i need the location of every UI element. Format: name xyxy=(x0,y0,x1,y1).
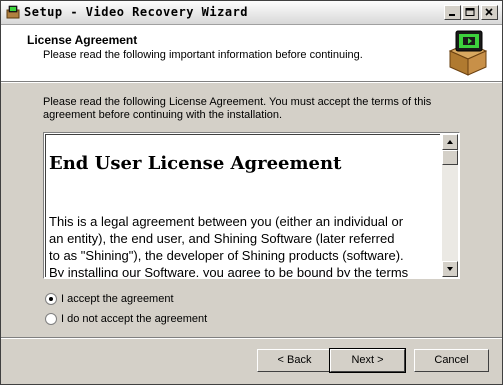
maximize-button[interactable] xyxy=(462,5,479,20)
page-title: License Agreement xyxy=(27,33,138,47)
license-line: an entity), the end user, and Shining So… xyxy=(49,231,395,246)
scroll-thumb[interactable] xyxy=(442,150,458,165)
wizard-header: License Agreement Please read the follow… xyxy=(1,25,502,82)
setup-box-icon xyxy=(448,30,488,76)
back-button[interactable]: < Back xyxy=(257,349,332,372)
minimize-button[interactable] xyxy=(444,5,461,20)
license-line: to as "Shining"), the developer of Shini… xyxy=(49,248,404,263)
license-heading: End User License Agreement xyxy=(49,153,342,174)
accept-label[interactable]: I accept the agreement xyxy=(61,293,174,305)
minimize-icon xyxy=(449,14,455,16)
arrow-up-icon xyxy=(447,140,453,144)
license-body: This is a legal agreement between you (e… xyxy=(49,213,440,277)
intro-text: Please read the following License Agreem… xyxy=(43,96,432,121)
arrow-down-icon xyxy=(447,267,453,271)
setup-window: Setup - Video Recovery Wizard License Ag… xyxy=(0,0,503,385)
license-line: By installing our Software, you agree to… xyxy=(49,265,409,277)
license-textbox[interactable]: End User License Agreement This is a leg… xyxy=(43,132,460,279)
vertical-scrollbar[interactable] xyxy=(442,134,458,277)
decline-label[interactable]: I do not accept the agreement xyxy=(61,313,207,325)
scroll-down-button[interactable] xyxy=(442,261,458,277)
decline-radio[interactable] xyxy=(45,313,57,325)
scroll-up-button[interactable] xyxy=(442,134,458,150)
license-content[interactable]: End User License Agreement This is a leg… xyxy=(45,134,440,277)
maximize-icon xyxy=(465,8,475,16)
next-button[interactable]: Next > xyxy=(329,348,406,373)
license-line: This is a legal agreement between you (e… xyxy=(49,214,404,229)
accept-radio[interactable] xyxy=(45,293,57,305)
close-button[interactable] xyxy=(481,5,498,20)
cancel-button[interactable]: Cancel xyxy=(414,349,489,372)
page-subtitle: Please read the following important info… xyxy=(43,49,363,61)
title-bar[interactable]: Setup - Video Recovery Wizard xyxy=(1,1,502,25)
close-icon xyxy=(485,8,493,16)
header-divider xyxy=(1,82,502,83)
setup-box-icon xyxy=(6,5,20,19)
footer-divider-highlight xyxy=(1,338,502,339)
window-title: Setup - Video Recovery Wizard xyxy=(24,5,249,19)
